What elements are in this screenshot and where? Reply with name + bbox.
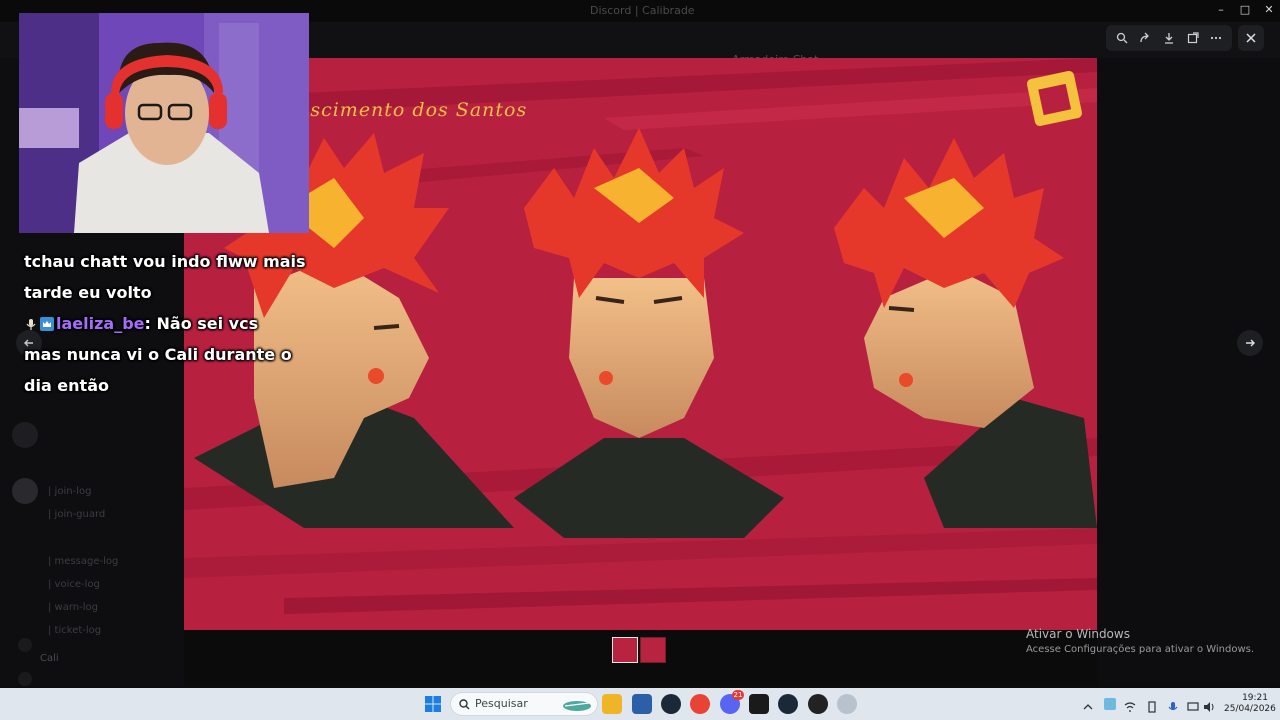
server-icon[interactable]: [12, 422, 38, 448]
desktop: Discord | Calibrade – □ ✕ Armadeiro Chat…: [0, 0, 1280, 720]
clock-time: 19:21: [1242, 693, 1268, 703]
store-icon[interactable]: [632, 694, 652, 714]
clock-date: 25/04/2026: [1224, 704, 1276, 714]
compass-icon[interactable]: [18, 638, 32, 652]
expanded-image: [184, 58, 1097, 630]
chat-separator: :: [144, 314, 151, 333]
webcam-overlay: [19, 13, 309, 233]
system-clock[interactable]: 19:21 25/04/2026: [1224, 693, 1276, 714]
next-image-button[interactable]: [1237, 330, 1263, 356]
maximize-icon[interactable]: □: [1238, 3, 1252, 17]
activation-subtitle: Acesse Configurações para ativar o Windo…: [1026, 644, 1255, 655]
battery-icon[interactable]: [1146, 698, 1158, 713]
channel-item[interactable]: | voice-log: [48, 579, 184, 602]
member-panel: [1097, 58, 1280, 686]
windows-activation-watermark: Ativar o Windows Acesse Configurações pa…: [1026, 627, 1254, 655]
chevron-up-icon[interactable]: [1082, 698, 1094, 710]
close-icon: [1246, 33, 1256, 43]
chat-message-line: tarde eu volto: [24, 283, 152, 302]
search-placeholder: Pesquisar: [475, 697, 528, 710]
activation-title: Ativar o Windows: [1026, 627, 1130, 641]
character-artwork: [184, 58, 1097, 630]
taskbar-search[interactable]: Pesquisar: [450, 692, 598, 716]
steam-icon[interactable]: [661, 694, 681, 714]
microphone-icon[interactable]: [1167, 698, 1179, 711]
chat-message: laeliza_be: Não sei vcs: [24, 308, 314, 339]
display-icon[interactable]: [1187, 698, 1199, 711]
crown-badge-icon: [40, 310, 54, 331]
search-icon: [459, 699, 470, 710]
close-viewer-button[interactable]: [1238, 25, 1264, 51]
app-icon[interactable]: [808, 694, 828, 714]
chat-message-text: Não sei vcs: [156, 314, 259, 333]
chat-message-line: tchau chatt vou indo flww mais: [24, 252, 306, 271]
network-icon[interactable]: [1124, 698, 1136, 712]
channel-list: | join-log | join-guard | message-log | …: [48, 486, 184, 648]
more-icon[interactable]: [1207, 29, 1225, 47]
chat-message-line: dia então: [24, 376, 109, 395]
forward-icon[interactable]: [1136, 29, 1154, 47]
chrome-icon[interactable]: [690, 694, 710, 714]
stream-chat-overlay: tchau chatt vou indo flww mais tarde eu …: [24, 246, 314, 401]
chat-message-line: mas nunca vi o Cali durante o: [24, 345, 292, 364]
arrow-right-icon: [1246, 339, 1255, 347]
discover-icon[interactable]: [18, 672, 32, 686]
image-caption: ascimento dos Santos: [298, 99, 528, 121]
app-icon[interactable]: [837, 694, 857, 714]
open-external-icon[interactable]: [1184, 29, 1202, 47]
discord-icon[interactable]: 21: [720, 690, 744, 714]
mic-badge-icon: [24, 310, 38, 330]
download-icon[interactable]: [1160, 29, 1178, 47]
taskbar: Pesquisar 21 19:21 25/04/2026: [0, 688, 1280, 720]
windows-start-icon[interactable]: [425, 696, 441, 712]
channel-item[interactable]: | ticket-log: [48, 625, 184, 648]
minimize-icon[interactable]: –: [1214, 3, 1228, 17]
channel-item[interactable]: | warn-log: [48, 602, 184, 625]
server-icon[interactable]: [12, 478, 38, 504]
channel-item[interactable]: | join-log: [48, 486, 184, 509]
user-panel-name: Cali: [40, 653, 59, 664]
zoom-in-icon[interactable]: [1113, 29, 1131, 47]
image-thumbnail[interactable]: [612, 637, 638, 663]
tray-app-icon[interactable]: [1104, 698, 1116, 710]
image-thumbnail[interactable]: [640, 637, 666, 663]
steam-icon[interactable]: [778, 694, 798, 714]
search-highlight-icon: [563, 701, 591, 711]
terminal-icon[interactable]: [749, 694, 769, 714]
window-title: Discord | Calibrade: [590, 4, 695, 17]
window-close-icon[interactable]: ✕: [1262, 3, 1276, 17]
streamer-webcam: [19, 13, 309, 233]
chat-username: laeliza_be: [56, 314, 145, 333]
channel-item[interactable]: | message-log: [48, 556, 184, 579]
file-explorer-icon[interactable]: [602, 694, 622, 714]
channel-item[interactable]: | join-guard: [48, 509, 184, 532]
image-viewer-toolbar: [1106, 25, 1232, 51]
discord-notification-badge: 21: [732, 690, 744, 700]
volume-icon[interactable]: [1203, 698, 1215, 712]
